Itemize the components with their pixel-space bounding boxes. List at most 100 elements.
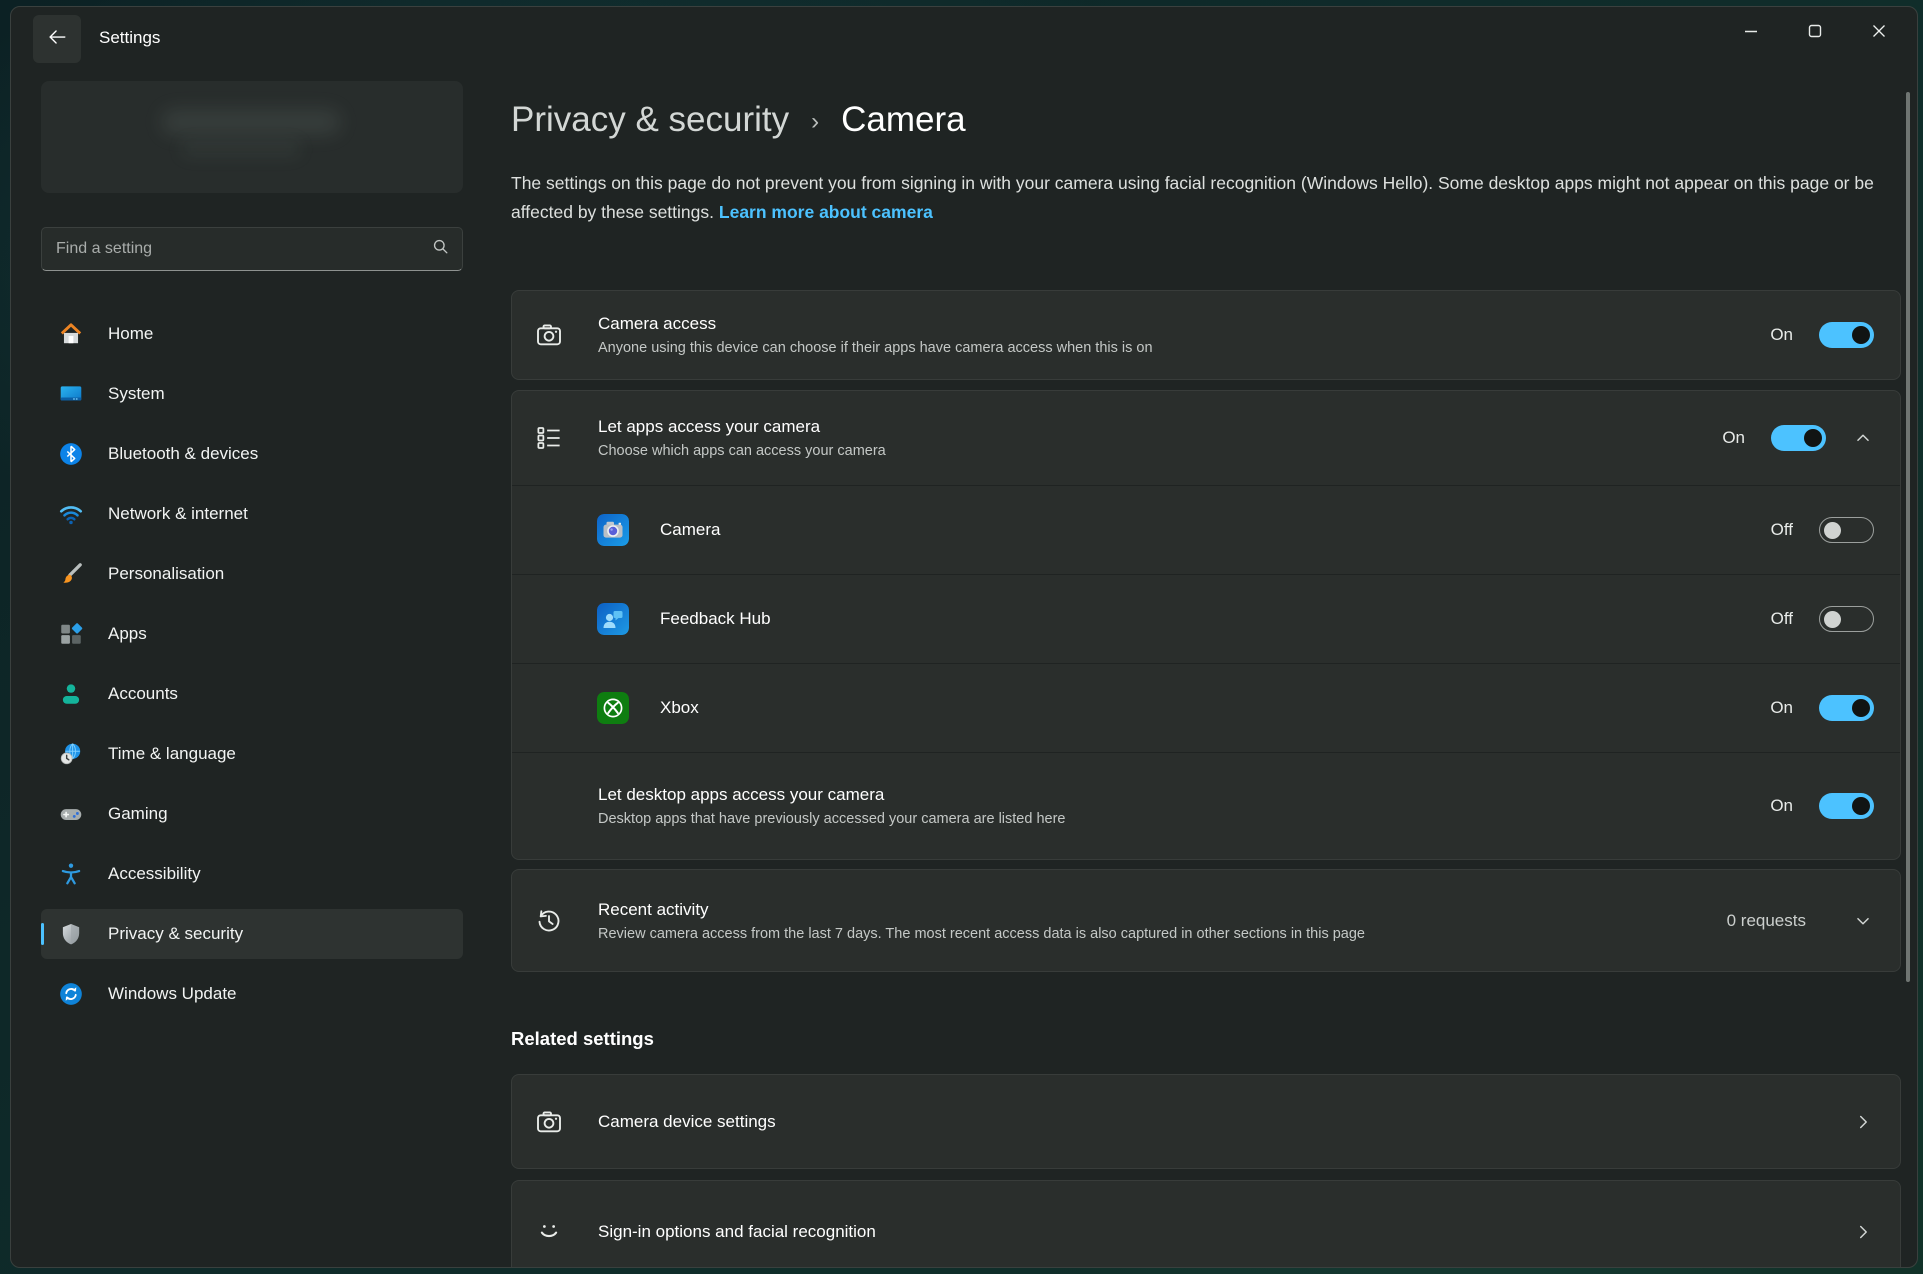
camera-access-subtitle: Anyone using this device can choose if t… [598, 340, 1153, 356]
app-state: On [1770, 698, 1793, 718]
sidebar-item-label: Network & internet [108, 504, 248, 524]
camera-access-card: Camera access Anyone using this device c… [511, 290, 1901, 380]
let-apps-state: On [1722, 428, 1745, 448]
camera-device-settings-card[interactable]: Camera device settings [511, 1074, 1901, 1169]
sidebar-nav: Home System Bluetooth & devices Network … [41, 309, 463, 1019]
sidebar-item-apps[interactable]: Apps [41, 609, 463, 659]
shield-icon [58, 921, 84, 947]
maximize-button[interactable] [1783, 7, 1847, 59]
scrollbar[interactable] [1906, 92, 1910, 982]
camera-app-icon [597, 514, 629, 546]
camera-app-toggle[interactable] [1819, 517, 1874, 543]
app-name: Xbox [660, 698, 699, 718]
search-box[interactable] [41, 227, 463, 271]
page-title: Camera [841, 100, 965, 140]
app-row-xbox: Xbox On [512, 663, 1900, 752]
main-content: Privacy & security › Camera The settings… [511, 77, 1901, 1268]
app-list-icon [534, 423, 564, 453]
sidebar-item-label: Privacy & security [108, 924, 243, 944]
sidebar-item-network-internet[interactable]: Network & internet [41, 489, 463, 539]
sidebar-item-time-language[interactable]: Time & language [41, 729, 463, 779]
sidebar-item-label: Accounts [108, 684, 178, 704]
let-apps-title: Let apps access your camera [598, 417, 886, 437]
page-description: The settings on this page do not prevent… [511, 169, 1901, 227]
back-button[interactable] [33, 15, 81, 63]
settings-window: Settings [10, 6, 1918, 1268]
app-name: Feedback Hub [660, 609, 771, 629]
app-title: Settings [99, 28, 160, 48]
sidebar-item-label: Personalisation [108, 564, 224, 584]
breadcrumb: Privacy & security › Camera [511, 95, 1901, 145]
gaming-gamepad-icon [58, 801, 84, 827]
close-icon [1872, 24, 1886, 43]
search-icon [431, 237, 450, 261]
windows-update-sync-icon [58, 981, 84, 1007]
sidebar-item-bluetooth-devices[interactable]: Bluetooth & devices [41, 429, 463, 479]
apps-icon [58, 621, 84, 647]
titlebar: Settings [11, 7, 1917, 69]
let-apps-header-row[interactable]: Let apps access your camera Choose which… [512, 391, 1900, 485]
feedback-hub-toggle[interactable] [1819, 606, 1874, 632]
desktop-apps-state: On [1770, 796, 1793, 816]
sidebar-item-label: Gaming [108, 804, 168, 824]
sidebar-item-label: Bluetooth & devices [108, 444, 258, 464]
sidebar: Home System Bluetooth & devices Network … [41, 69, 463, 1029]
search-input[interactable] [56, 240, 431, 258]
desktop-apps-row: Let desktop apps access your camera Desk… [512, 752, 1900, 859]
camera-outline-icon [534, 1107, 564, 1137]
blurred-user-name [161, 109, 341, 135]
history-clock-icon [534, 906, 564, 936]
close-button[interactable] [1847, 7, 1911, 59]
window-controls [1719, 7, 1911, 59]
minimize-button[interactable] [1719, 7, 1783, 59]
camera-device-settings-label: Camera device settings [598, 1112, 776, 1132]
user-profile[interactable] [41, 81, 463, 193]
sign-in-options-card[interactable]: Sign-in options and facial recognition [511, 1180, 1901, 1268]
desktop-apps-subtitle: Desktop apps that have previously access… [598, 811, 1065, 827]
app-state: Off [1771, 609, 1793, 629]
sidebar-item-windows-update[interactable]: Windows Update [41, 969, 463, 1019]
related-settings-heading: Related settings [511, 1028, 1901, 1054]
network-wifi-icon [58, 501, 84, 527]
learn-more-link[interactable]: Learn more about camera [719, 202, 933, 222]
let-apps-subtitle: Choose which apps can access your camera [598, 443, 886, 459]
minimize-icon [1744, 24, 1758, 43]
recent-activity-card[interactable]: Recent activity Review camera access fro… [511, 869, 1901, 972]
xbox-app-icon [597, 692, 629, 724]
smiley-face-icon [534, 1217, 564, 1247]
time-language-globe-clock-icon [58, 741, 84, 767]
chevron-right-icon [1852, 1221, 1874, 1243]
personalisation-brush-icon [58, 561, 84, 587]
sidebar-item-label: Time & language [108, 744, 236, 764]
sidebar-item-label: Accessibility [108, 864, 201, 884]
sidebar-item-accounts[interactable]: Accounts [41, 669, 463, 719]
let-apps-group: Let apps access your camera Choose which… [511, 390, 1901, 860]
camera-outline-icon [534, 320, 564, 350]
sidebar-item-privacy-security[interactable]: Privacy & security [41, 909, 463, 959]
sidebar-item-label: System [108, 384, 165, 404]
page-description-text: The settings on this page do not prevent… [511, 173, 1874, 222]
accessibility-person-icon [58, 861, 84, 887]
system-icon [58, 381, 84, 407]
xbox-toggle[interactable] [1819, 695, 1874, 721]
sidebar-item-system[interactable]: System [41, 369, 463, 419]
camera-access-state: On [1770, 325, 1793, 345]
recent-activity-subtitle: Review camera access from the last 7 day… [598, 926, 1365, 942]
sidebar-item-gaming[interactable]: Gaming [41, 789, 463, 839]
camera-access-toggle[interactable] [1819, 322, 1874, 348]
app-state: Off [1771, 520, 1793, 540]
accounts-person-icon [58, 681, 84, 707]
sidebar-item-label: Windows Update [108, 984, 237, 1004]
recent-activity-count: 0 requests [1727, 911, 1806, 931]
desktop-apps-toggle[interactable] [1819, 793, 1874, 819]
breadcrumb-parent[interactable]: Privacy & security [511, 100, 789, 140]
sidebar-item-personalisation[interactable]: Personalisation [41, 549, 463, 599]
let-apps-toggle[interactable] [1771, 425, 1826, 451]
breadcrumb-separator-icon: › [811, 104, 819, 136]
chevron-up-icon [1852, 427, 1874, 449]
sidebar-item-home[interactable]: Home [41, 309, 463, 359]
chevron-right-icon [1852, 1111, 1874, 1133]
sidebar-item-accessibility[interactable]: Accessibility [41, 849, 463, 899]
recent-activity-title: Recent activity [598, 900, 1365, 920]
home-icon [58, 321, 84, 347]
